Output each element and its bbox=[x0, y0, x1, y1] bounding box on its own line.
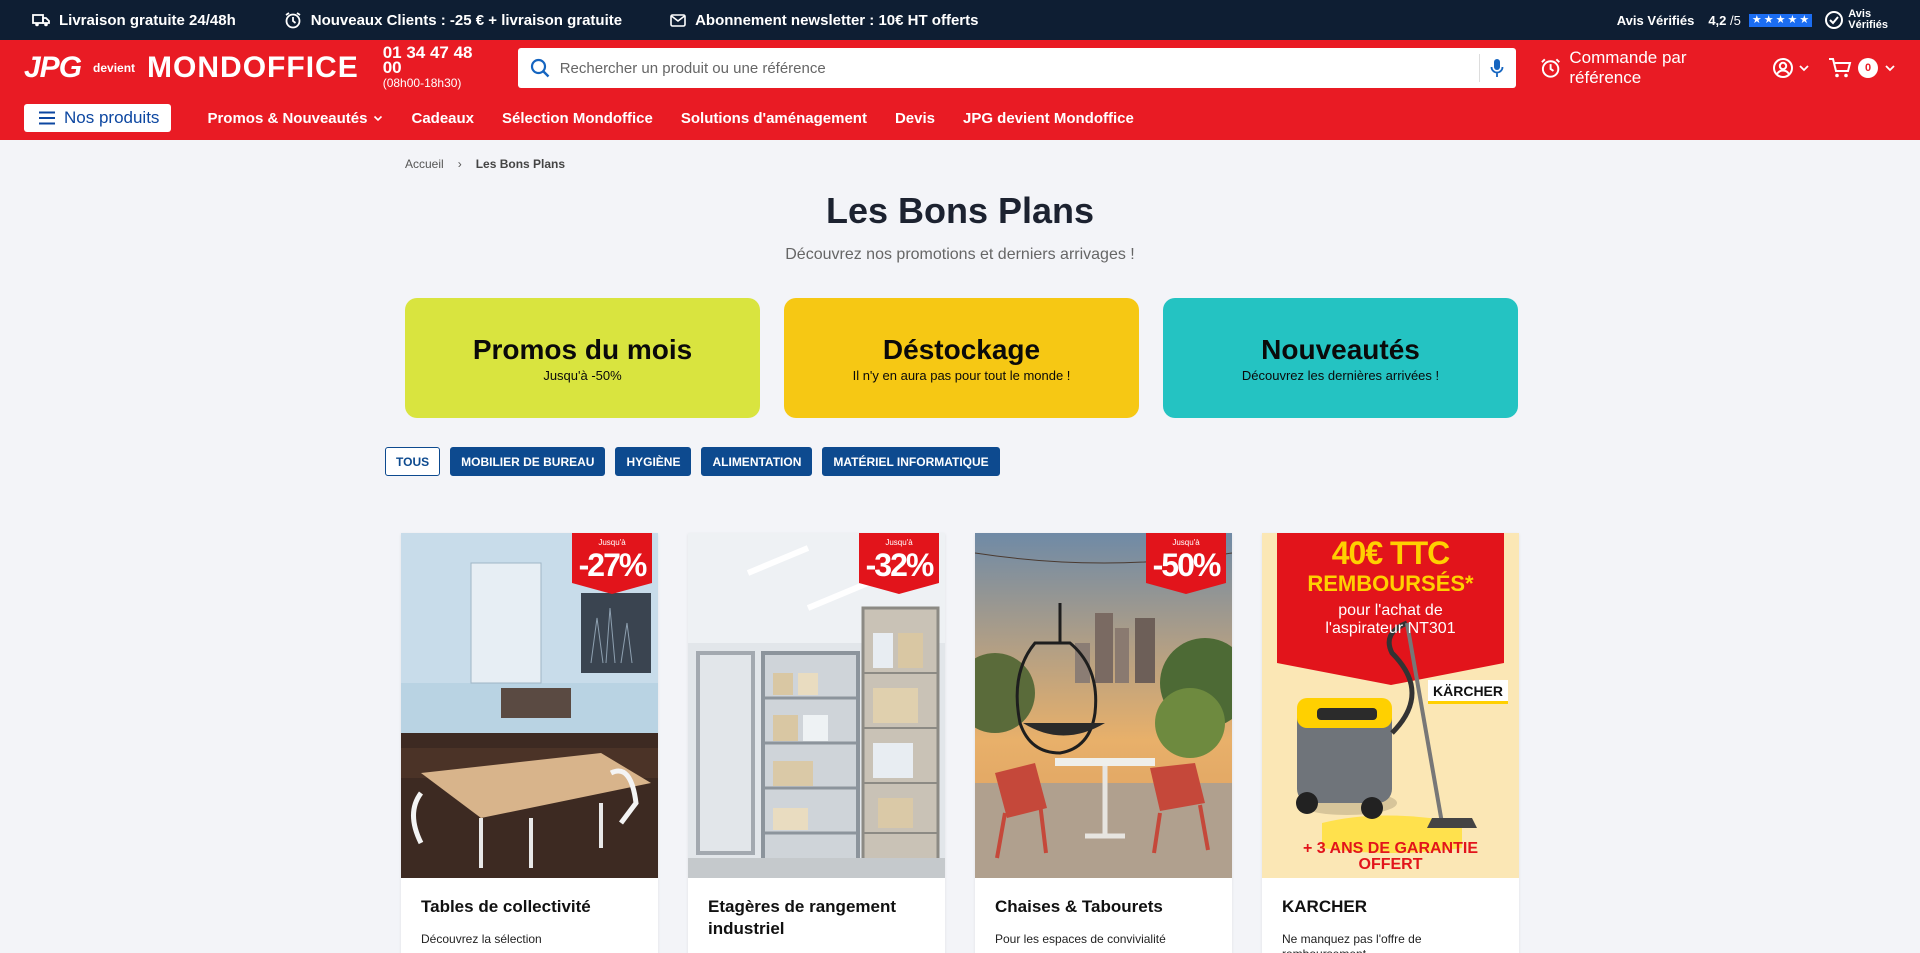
reviews-label: Avis Vérifiés bbox=[1616, 12, 1695, 28]
card-title: KARCHER bbox=[1282, 897, 1367, 916]
phone-contact[interactable]: 01 34 47 48 00 (08h00-18h30) bbox=[382, 43, 494, 91]
filter-materiel-informatique[interactable]: MATÉRIEL INFORMATIQUE bbox=[822, 447, 1000, 476]
category-filters: TOUS MOBILIER DE BUREAU HYGIÈNE ALIMENTA… bbox=[385, 447, 1010, 476]
breadcrumb-separator: › bbox=[457, 157, 462, 171]
tile-title: Déstockage bbox=[882, 333, 1041, 365]
rating-stars: ★ ★ ★ ★ ★ bbox=[1748, 13, 1813, 27]
tile-destockage[interactable]: Déstockage Il n'y en aura pas pour tout … bbox=[784, 298, 1139, 418]
nav-item-solutions[interactable]: Solutions d'aménagement bbox=[681, 110, 867, 127]
promo-newsletter[interactable]: Abonnement newsletter : 10€ HT offerts bbox=[670, 12, 978, 29]
cart-button[interactable]: 0 bbox=[1828, 57, 1896, 79]
avis-verifies-icon bbox=[1825, 11, 1844, 29]
product-image-etageres: Jusqu'à -32% bbox=[688, 533, 945, 878]
main-nav: Nos produits Promos & Nouveautés Cadeaux… bbox=[0, 96, 1920, 140]
filter-hygiene[interactable]: HYGIÈNE bbox=[615, 447, 692, 476]
card-description: Découvrez la sélection bbox=[421, 932, 542, 946]
top-promo-bar: Livraison gratuite 24/48h Nouveaux Clien… bbox=[0, 0, 1920, 40]
karcher-amount: 40€ TTC bbox=[1331, 535, 1450, 571]
tile-subtitle: Il n'y en aura pas pour tout le monde ! bbox=[852, 367, 1071, 383]
deal-cards: Jusqu'à -27% Tables de collectivité Déco… bbox=[401, 533, 1549, 953]
breadcrumb: Accueil › Les Bons Plans bbox=[405, 157, 565, 171]
card-title: Tables de collectivité bbox=[421, 897, 591, 916]
search-bar bbox=[517, 48, 1517, 88]
logo-mondoffice: MONDOFFICE bbox=[147, 51, 359, 84]
logo-jpg: JPG bbox=[24, 51, 82, 84]
tile-title: Promos du mois bbox=[472, 333, 693, 365]
cart-count-badge: 0 bbox=[1858, 58, 1878, 78]
microphone-icon bbox=[1490, 59, 1504, 77]
nav-item-selection[interactable]: Sélection Mondoffice bbox=[502, 110, 653, 127]
product-image-chaises: Jusqu'à -50% bbox=[975, 533, 1232, 878]
card-title: Chaises & Tabourets bbox=[995, 897, 1163, 916]
deal-card-tables[interactable]: Jusqu'à -27% Tables de collectivité Déco… bbox=[401, 533, 658, 953]
discount-ribbon: Jusqu'à -32% bbox=[859, 533, 939, 594]
chevron-down-icon bbox=[374, 115, 383, 121]
tile-nouveautes[interactable]: Nouveautés Découvrez les dernières arriv… bbox=[1163, 298, 1518, 418]
nav-item-promos[interactable]: Promos & Nouveautés bbox=[207, 110, 383, 127]
category-tiles: Promos du mois Jusqu'à -50% Déstockage I… bbox=[405, 298, 1542, 418]
discount-ribbon: Jusqu'à -50% bbox=[1146, 533, 1226, 594]
promo-text: Abonnement newsletter : 10€ HT offerts bbox=[695, 11, 979, 29]
deal-card-chaises[interactable]: Jusqu'à -50% Chaises & Tabourets Pour le… bbox=[975, 533, 1232, 953]
order-by-reference-label: Commande par référence bbox=[1569, 48, 1687, 87]
card-description bbox=[688, 940, 945, 953]
product-image-karcher: 40€ TTC REMBOURSÉS* pour l'achat de l'as… bbox=[1262, 533, 1519, 878]
promo-free-delivery[interactable]: Livraison gratuite 24/48h bbox=[32, 12, 236, 29]
chevron-down-icon bbox=[1885, 65, 1895, 72]
card-description: Pour les espaces de convivialité bbox=[995, 932, 1166, 946]
promo-new-clients[interactable]: Nouveaux Clients : -25 € + livraison gra… bbox=[284, 11, 622, 29]
nav-item-jpg-devient[interactable]: JPG devient Mondoffice bbox=[963, 110, 1134, 127]
alarm-clock-icon bbox=[285, 12, 301, 29]
account-menu[interactable] bbox=[1772, 57, 1810, 79]
order-by-reference-link[interactable]: Commande par référence bbox=[1540, 48, 1756, 88]
karcher-rembourses: REMBOURSÉS* bbox=[1307, 571, 1474, 596]
product-image-tables: Jusqu'à -27% bbox=[401, 533, 658, 878]
search-icon[interactable] bbox=[530, 58, 550, 78]
cart-icon bbox=[1829, 58, 1852, 78]
rating-value: 4,2 /5 bbox=[1708, 12, 1741, 28]
page-subtitle: Découvrez nos promotions et derniers arr… bbox=[785, 246, 1135, 263]
deal-card-etageres[interactable]: Jusqu'à -32% Etagères de rangement indus… bbox=[688, 533, 945, 953]
promo-text: Livraison gratuite 24/48h bbox=[59, 11, 236, 29]
filter-mobilier-de-bureau[interactable]: MOBILIER DE BUREAU bbox=[450, 447, 606, 476]
phone-hours: (08h00-18h30) bbox=[382, 76, 462, 90]
nos-produits-button[interactable]: Nos produits bbox=[24, 104, 172, 132]
hamburger-menu-icon bbox=[39, 111, 55, 125]
page-title: Les Bons Plans bbox=[825, 190, 1095, 231]
breadcrumb-current: Les Bons Plans bbox=[475, 157, 566, 171]
reviews-widget[interactable]: Avis Vérifiés 4,2 /5 ★ ★ ★ ★ ★ Avis Vérifiés bbox=[1617, 9, 1888, 31]
card-description: Ne manquez pas l'offre de remboursement bbox=[1282, 932, 1422, 953]
nav-item-devis[interactable]: Devis bbox=[895, 110, 935, 127]
user-icon bbox=[1773, 58, 1793, 78]
phone-number: 01 34 47 48 00 bbox=[382, 43, 473, 77]
main-header: JPG devient MONDOFFICE 01 34 47 48 00 (0… bbox=[0, 40, 1920, 140]
mail-icon bbox=[670, 13, 686, 27]
avis-verifies-logo: Avis Vérifiés bbox=[1824, 9, 1888, 31]
voice-search-button[interactable] bbox=[1479, 54, 1504, 82]
nos-produits-label: Nos produits bbox=[64, 108, 160, 127]
site-logo[interactable]: JPG devient MONDOFFICE bbox=[24, 51, 359, 85]
filter-tous[interactable]: TOUS bbox=[385, 447, 441, 476]
tile-subtitle: Jusqu'à -50% bbox=[543, 367, 622, 383]
karcher-logo: KÄRCHER bbox=[1428, 680, 1508, 704]
chevron-down-icon bbox=[1799, 65, 1809, 72]
filter-alimentation[interactable]: ALIMENTATION bbox=[701, 447, 813, 476]
truck-icon bbox=[32, 14, 50, 27]
promo-text: Nouveaux Clients : -25 € + livraison gra… bbox=[310, 11, 623, 29]
card-title: Etagères de rangement industriel bbox=[708, 897, 897, 938]
karcher-offer-text: pour l'achat de l'aspirateur NT301 bbox=[1325, 602, 1456, 637]
tile-subtitle: Découvrez les dernières arrivées ! bbox=[1241, 367, 1440, 383]
deal-card-karcher[interactable]: 40€ TTC REMBOURSÉS* pour l'achat de l'as… bbox=[1262, 533, 1519, 953]
tile-promos-du-mois[interactable]: Promos du mois Jusqu'à -50% bbox=[405, 298, 760, 418]
alarm-clock-icon bbox=[1541, 58, 1561, 78]
tile-title: Nouveautés bbox=[1261, 333, 1420, 365]
karcher-warranty: + 3 ANS DE GARANTIE OFFERT bbox=[1303, 840, 1478, 873]
breadcrumb-home[interactable]: Accueil bbox=[405, 157, 444, 171]
nav-item-cadeaux[interactable]: Cadeaux bbox=[411, 110, 474, 127]
discount-ribbon: Jusqu'à -27% bbox=[572, 533, 652, 594]
search-input[interactable] bbox=[559, 48, 1480, 88]
logo-devient: devient bbox=[93, 61, 136, 75]
